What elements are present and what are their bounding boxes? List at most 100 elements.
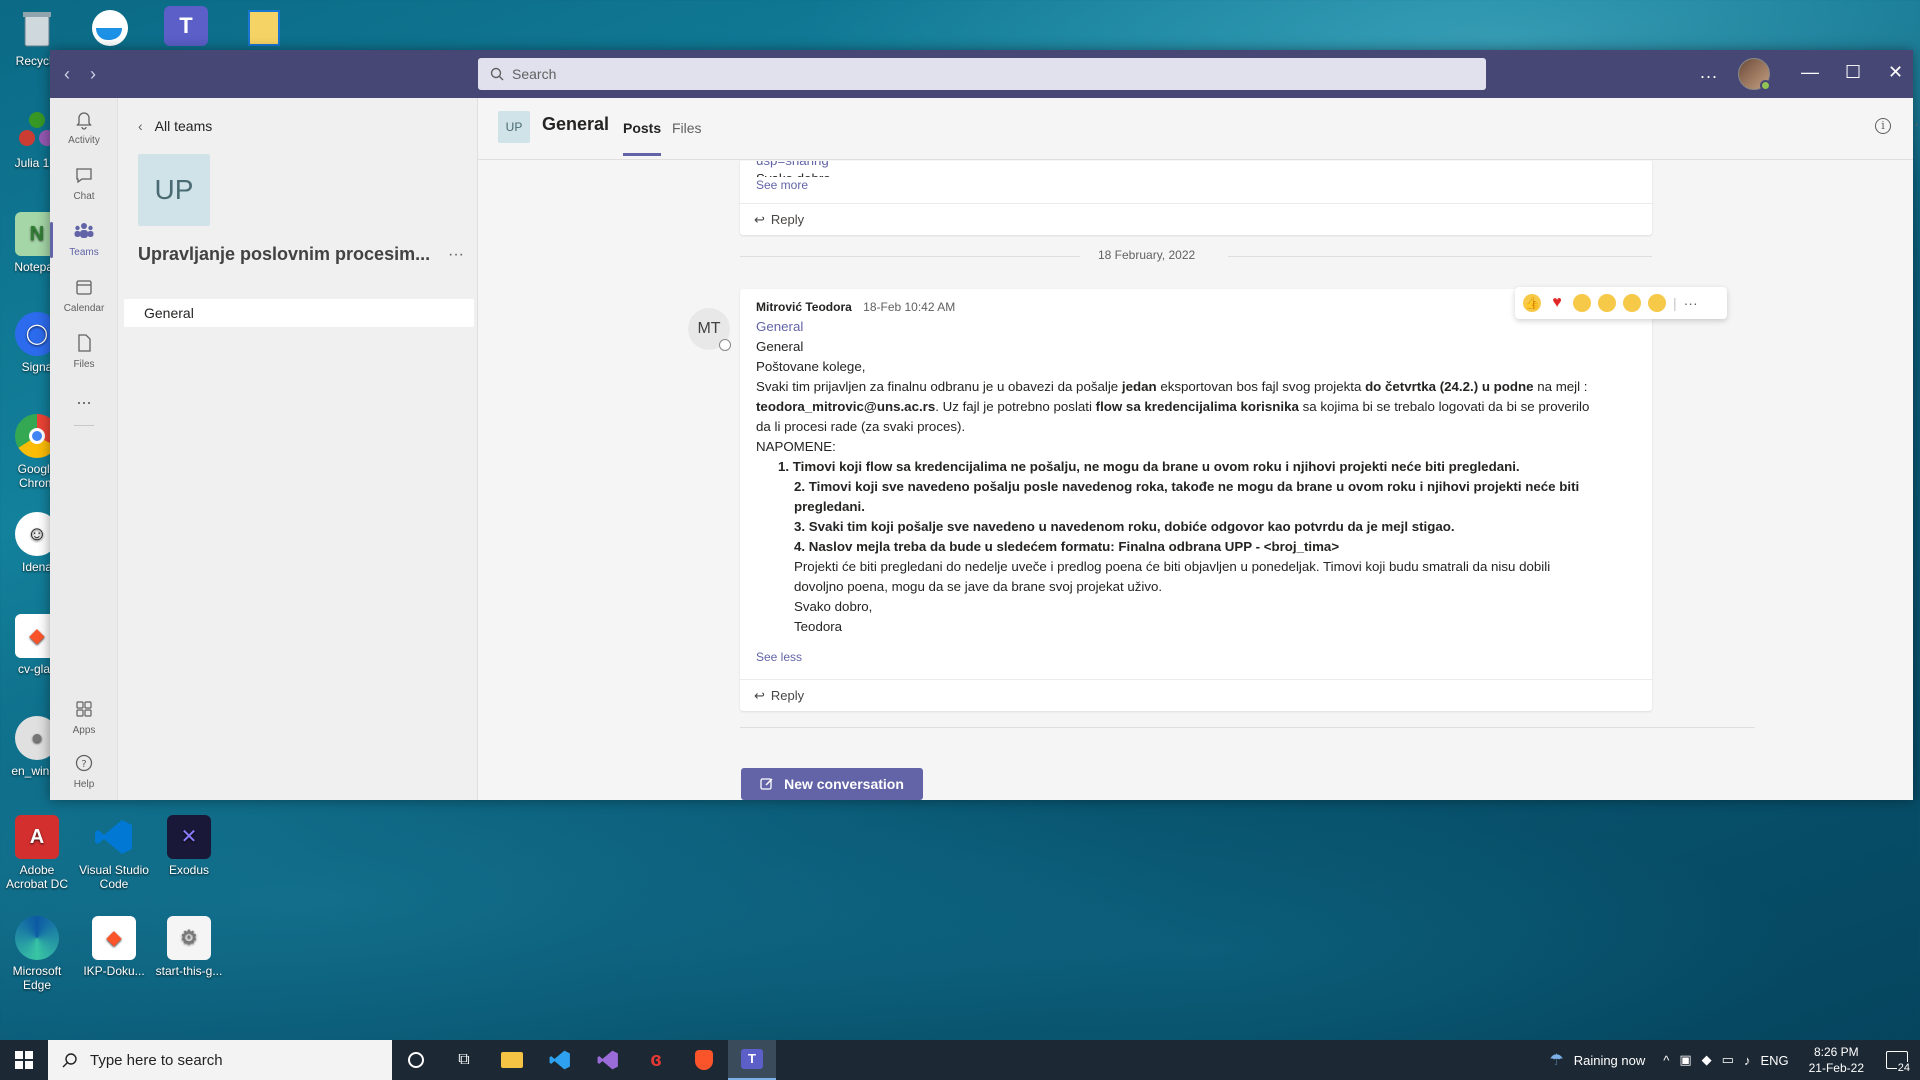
rail-item-teams[interactable]: Teams <box>50 220 118 258</box>
clock[interactable]: 8:26 PM 21-Feb-22 <box>1809 1044 1864 1076</box>
text-run: na mejl : <box>1533 379 1588 394</box>
rail-more-apps[interactable]: ... <box>50 388 118 409</box>
channel-info-icon[interactable]: i <box>1875 118 1891 134</box>
rail-item-activity[interactable]: Activity <box>50 108 118 146</box>
channel-more-button[interactable]: ··· <box>1914 116 1920 134</box>
rail-item-apps[interactable]: Apps <box>50 698 118 736</box>
search-placeholder: Search <box>512 66 557 82</box>
previous-post-body: usp=sharing Svako dobro, See more <box>756 161 1636 195</box>
note-2: 2. Timovi koji sve navedeno pošalju posl… <box>756 477 1636 517</box>
like-emoji-icon[interactable]: 👍 <box>1523 294 1541 312</box>
calendar-icon <box>76 280 92 295</box>
reply-icon: ↩ <box>754 211 765 227</box>
note-number: 1. <box>778 459 790 474</box>
desktop-icon-acrobat[interactable]: A Adobe Acrobat DC <box>0 815 74 891</box>
maximize-button[interactable]: ☐ <box>1845 62 1861 83</box>
conversation-divider <box>740 727 1755 728</box>
rail-item-help[interactable]: ? Help <box>50 752 118 790</box>
taskbar-teams[interactable]: T <box>728 1040 776 1080</box>
avatar-initials: MT <box>697 320 721 337</box>
teams-icon: T <box>741 1049 763 1069</box>
profile-avatar[interactable] <box>1738 58 1771 91</box>
sad-emoji-icon[interactable] <box>1623 294 1641 312</box>
volume-icon[interactable]: ♪ <box>1744 1053 1751 1068</box>
rail-item-calendar[interactable]: Calendar <box>50 276 118 314</box>
taskbar-visual-studio[interactable] <box>584 1040 632 1080</box>
desktop-icon-start-this[interactable]: ⚙ start-this-g... <box>152 916 226 978</box>
see-less-link[interactable]: See less <box>756 647 1636 667</box>
taskbar-vscode[interactable] <box>536 1040 584 1080</box>
edge-icon <box>15 916 59 960</box>
date-separator: 18 February, 2022 <box>1098 248 1196 262</box>
all-teams-link[interactable]: ‹ All teams <box>138 118 212 134</box>
all-teams-label: All teams <box>154 118 213 134</box>
dropbox-icon[interactable]: ◆ <box>1702 1052 1712 1068</box>
team-name[interactable]: Upravljanje poslovnim procesim... <box>138 244 438 265</box>
status-available-icon <box>1760 80 1771 91</box>
team-panel: ‹ All teams UP Upravljanje poslovnim proc… <box>118 98 478 800</box>
new-conversation-label: New conversation <box>784 776 904 792</box>
settings-more-button[interactable]: ... <box>1700 62 1718 83</box>
taskbar-file-explorer[interactable] <box>488 1040 536 1080</box>
message-more-button[interactable]: ··· <box>1684 295 1698 311</box>
angry-emoji-icon[interactable] <box>1648 294 1666 312</box>
docker-icon[interactable] <box>88 6 132 46</box>
desktop-icon-vscode[interactable]: Visual Studio Code <box>77 815 151 891</box>
network-icon[interactable]: ▭ <box>1722 1052 1734 1068</box>
taskbar-search-placeholder: Type here to search <box>90 1051 223 1069</box>
cortana-button[interactable] <box>392 1040 440 1080</box>
tray-app-icon[interactable]: ▣ <box>1679 1052 1691 1068</box>
close-button[interactable]: ✕ <box>1888 62 1903 83</box>
tab-posts[interactable]: Posts <box>623 120 662 156</box>
start-button[interactable] <box>0 1040 48 1080</box>
rail-label: Calendar <box>63 303 105 314</box>
reaction-divider: | <box>1673 295 1677 311</box>
task-view-button[interactable]: ⧉ <box>440 1040 488 1080</box>
surprised-emoji-icon[interactable] <box>1598 294 1616 312</box>
new-conversation-button[interactable]: New conversation <box>741 768 923 800</box>
taskbar-brave[interactable] <box>680 1040 728 1080</box>
teams-icon <box>74 223 94 238</box>
reply-icon: ↩ <box>754 687 765 703</box>
laugh-emoji-icon[interactable] <box>1573 294 1591 312</box>
team-more-button[interactable]: ··· <box>448 246 464 264</box>
clock-date: 21-Feb-22 <box>1808 1061 1864 1075</box>
post-greeting: Poštovane kolege, <box>756 359 866 374</box>
channel-main: UP General Posts Files i ··· usp=sharing… <box>478 98 1920 800</box>
reaction-bar: 👍 ♥ | ··· <box>1515 287 1727 319</box>
teams-desktop-icon[interactable]: T <box>164 6 208 46</box>
see-more-link[interactable]: See more <box>756 175 1636 195</box>
minimize-button[interactable]: — <box>1801 62 1819 83</box>
taskbar-search-input[interactable]: Type here to search <box>48 1040 392 1080</box>
reply-button[interactable]: ↩ Reply <box>740 679 1652 711</box>
post-paragraph-4: Projekti će biti pregledani do nedelje u… <box>756 557 1636 597</box>
desktop-icon-ikp[interactable]: ◆ IKP-Doku... <box>77 916 151 978</box>
desktop-icon-exodus[interactable]: ✕ Exodus <box>152 815 226 877</box>
date-divider-right <box>1228 256 1652 257</box>
reply-button[interactable]: ↩ Reply <box>740 203 1652 235</box>
vscode-icon <box>549 1050 570 1070</box>
desktop-icon-edge[interactable]: Microsoft Edge <box>0 916 74 992</box>
previous-post-card: usp=sharing Svako dobro, See more ↩ Reply <box>740 161 1652 235</box>
rail-item-files[interactable]: Files <box>50 332 118 370</box>
heart-emoji-icon[interactable]: ♥ <box>1548 294 1566 312</box>
language-indicator[interactable]: ENG <box>1760 1053 1788 1068</box>
rail-label: Chat <box>73 191 95 202</box>
rail-item-chat[interactable]: Chat <box>50 164 118 202</box>
folder-icon[interactable] <box>248 10 280 46</box>
rail-divider <box>74 425 94 426</box>
author-avatar[interactable]: MT <box>688 308 731 351</box>
reply-label: Reply <box>770 212 805 227</box>
notifications-button[interactable]: 24 <box>1886 1051 1911 1074</box>
channel-item-general[interactable]: General <box>124 299 474 327</box>
tray-expand-icon[interactable]: ^ <box>1663 1053 1669 1068</box>
forward-arrow-icon[interactable]: › <box>90 64 96 85</box>
weather-label[interactable]: Raining now <box>1574 1053 1646 1068</box>
brave-icon <box>695 1050 713 1070</box>
back-arrow-icon[interactable]: ‹ <box>64 64 70 85</box>
rail-label: Files <box>73 359 95 370</box>
search-input[interactable]: Search <box>478 58 1486 90</box>
notifications-count: 24 <box>1896 1062 1911 1074</box>
tab-files[interactable]: Files <box>672 120 702 136</box>
taskbar-red-app[interactable]: ɞ <box>632 1040 680 1080</box>
